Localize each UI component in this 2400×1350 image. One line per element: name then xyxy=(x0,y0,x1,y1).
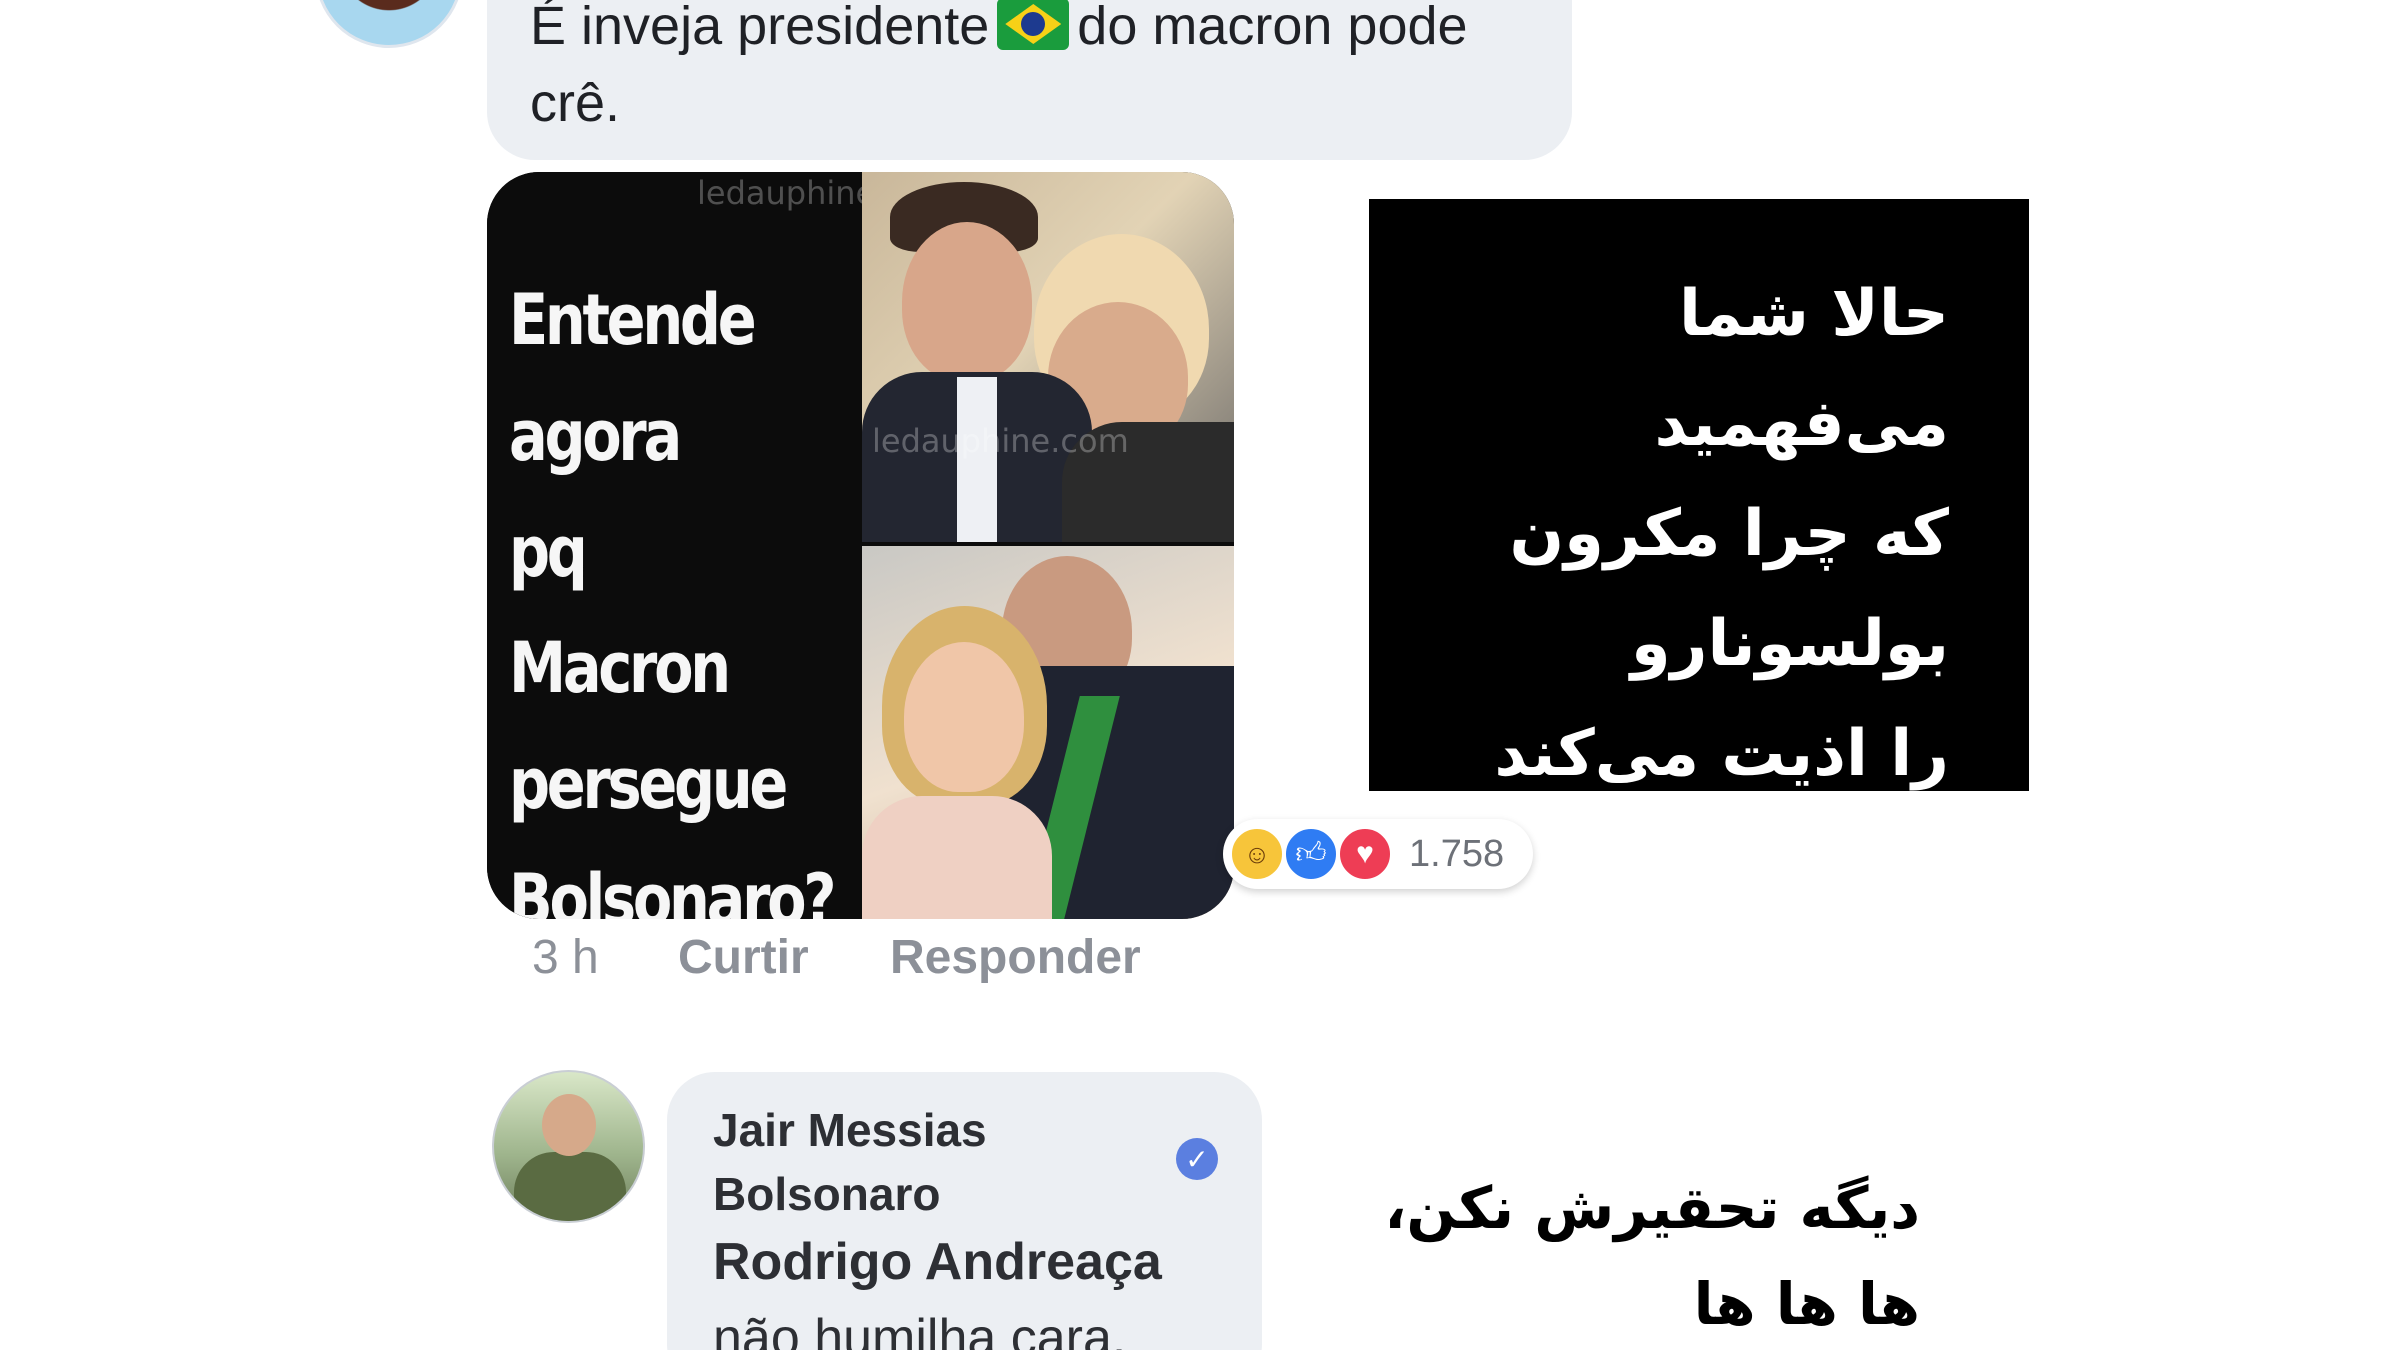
brazil-flag-icon xyxy=(997,0,1070,50)
reactions-summary[interactable]: ☺ 👍︎ ♥ 1.758 xyxy=(1223,819,1533,889)
top-comment-text: É inveja presidente do macron pode crê. xyxy=(530,0,1530,142)
overlay-caption-line: بولسونارو xyxy=(1630,607,1949,681)
like-icon: 👍︎ xyxy=(1283,826,1339,882)
like-link[interactable]: Curtir xyxy=(678,930,809,985)
avatar-body xyxy=(514,1152,626,1221)
overlay-caption-line: حالا شما می‌فهمید xyxy=(1654,277,1949,461)
photo-face xyxy=(902,222,1032,382)
bolsonaro-avatar[interactable] xyxy=(492,1070,645,1223)
bottom-caption-line: ها ها ها xyxy=(1693,1270,1920,1338)
haha-icon: ☺ xyxy=(1229,826,1285,882)
meme-caption-line: Entende xyxy=(509,279,757,361)
meme-photo-macron: ledauphine.com xyxy=(862,172,1234,542)
meme-image[interactable]: Entende agora pq Macron persegue Bolsona… xyxy=(487,172,1234,919)
photo-face xyxy=(904,642,1024,792)
meme-text-panel: Entende agora pq Macron persegue Bolsona… xyxy=(487,172,954,919)
commenter-avatar[interactable] xyxy=(315,0,463,48)
bottom-caption-line: دیگه تحقیرش نکن، xyxy=(1384,1174,1920,1242)
avatar-face xyxy=(542,1094,596,1156)
love-icon: ♥ xyxy=(1337,826,1393,882)
meme-caption: Entende agora pq Macron persegue Bolsona… xyxy=(509,262,837,919)
top-comment-text-part1: É inveja presidente xyxy=(530,0,990,56)
reply-author-name[interactable]: Jair Messias Bolsonaro xyxy=(713,1098,1133,1226)
meme-photo-bolsonaro xyxy=(862,546,1234,919)
author-name-line: Jair Messias xyxy=(713,1104,987,1156)
meme-caption-line: agora xyxy=(509,395,682,477)
meme-caption-line: pq Macron xyxy=(509,511,731,709)
meme-caption-line: persegue xyxy=(509,743,788,825)
bottom-caption: دیگه تحقیرش نکن، ها ها ها xyxy=(1320,1160,1920,1350)
reply-comment-text: não humilha cara. xyxy=(713,1309,1127,1350)
photo-dress xyxy=(862,796,1052,919)
reaction-count: 1.758 xyxy=(1409,833,1505,875)
overlay-caption-line: را اذیت می‌کند xyxy=(1494,717,1949,791)
overlay-caption-line: که چرا مکرون xyxy=(1509,497,1949,571)
screenshot-canvas: É inveja presidente do macron pode crê. E… xyxy=(0,0,2400,1350)
watermark-text: ledauphine.com xyxy=(872,422,1129,460)
verified-badge-icon: ✓ xyxy=(1176,1138,1218,1180)
overlay-caption-text: حالا شما می‌فهمید که چرا مکرون بولسونارو… xyxy=(1389,259,1949,809)
reply-link[interactable]: Responder xyxy=(890,930,1141,985)
overlay-caption-box: حالا شما می‌فهمید که چرا مکرون بولسونارو… xyxy=(1369,199,2029,791)
author-name-line: Bolsonaro xyxy=(713,1168,941,1220)
comment-timestamp[interactable]: 3 h xyxy=(532,930,599,985)
meme-caption-line: Bolsonaro? xyxy=(509,859,837,919)
mention-link[interactable]: Rodrigo Andreaça xyxy=(713,1232,1162,1292)
